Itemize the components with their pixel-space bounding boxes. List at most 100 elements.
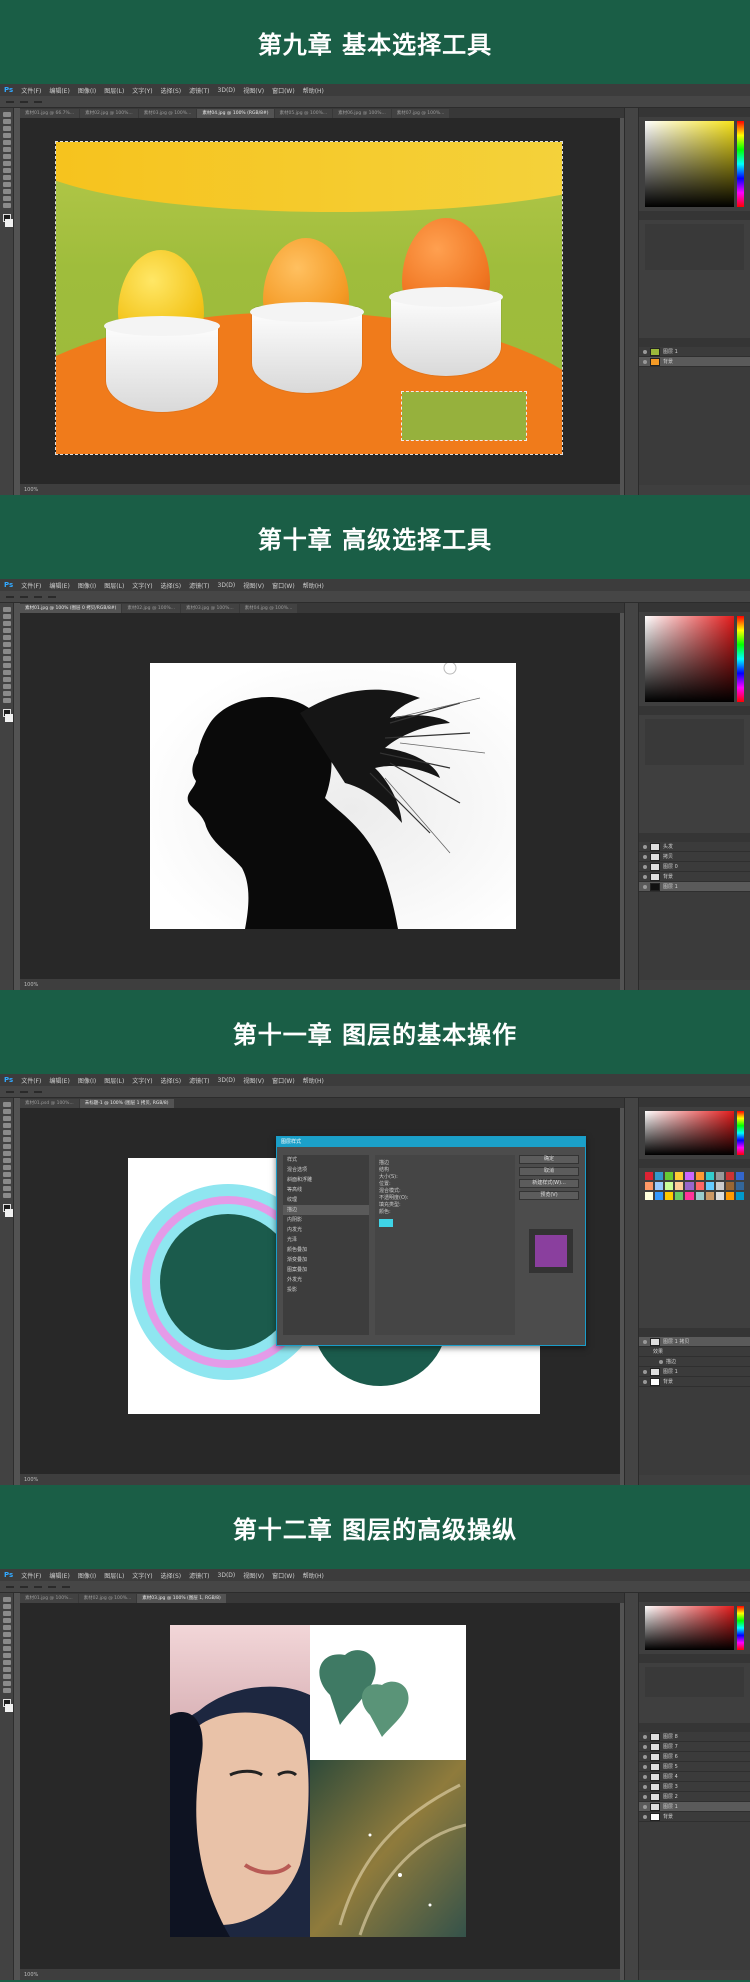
eye-icon[interactable] xyxy=(643,1379,647,1384)
eye-icon[interactable] xyxy=(643,1744,647,1749)
hand-tool-icon[interactable] xyxy=(2,196,11,201)
tool-option[interactable] xyxy=(48,1585,56,1588)
menu-layer[interactable]: 图层(L) xyxy=(104,86,124,95)
eraser-tool-icon[interactable] xyxy=(2,168,11,173)
brush-tool-icon[interactable] xyxy=(2,1144,11,1149)
tool-option[interactable] xyxy=(6,1585,14,1588)
brush-tool-icon[interactable] xyxy=(2,1639,11,1644)
layers-panel-tab[interactable] xyxy=(639,833,750,842)
menu-view[interactable]: 视图(V) xyxy=(243,1076,264,1085)
background-color[interactable] xyxy=(5,1209,13,1217)
eye-icon[interactable] xyxy=(643,1369,647,1374)
color-picker[interactable] xyxy=(645,121,744,207)
layers-panel-tab[interactable] xyxy=(639,1723,750,1732)
stamp-tool-icon[interactable] xyxy=(2,161,11,166)
preview-checkbox[interactable]: 预览(V) xyxy=(519,1191,579,1200)
move-tool-icon[interactable] xyxy=(2,112,11,117)
menu-window[interactable]: 窗口(W) xyxy=(272,1571,295,1580)
doc-tab[interactable]: 素材06.jpg @ 100%... xyxy=(333,109,391,118)
doc-tab[interactable]: 素材07.jpg @ 100%... xyxy=(391,109,450,118)
eye-icon[interactable] xyxy=(643,1774,647,1779)
type-tool-icon[interactable] xyxy=(2,684,11,689)
magic-wand-icon[interactable] xyxy=(2,133,11,138)
pen-tool-icon[interactable] xyxy=(2,1667,11,1672)
gradient-tool-icon[interactable] xyxy=(2,175,11,180)
menu-layer[interactable]: 图层(L) xyxy=(104,1076,124,1085)
eye-icon[interactable] xyxy=(643,864,647,869)
menu-filter[interactable]: 滤镜(T) xyxy=(189,1571,209,1580)
color-panel-tab[interactable] xyxy=(639,1098,750,1107)
eye-icon[interactable] xyxy=(643,1784,647,1789)
menu-window[interactable]: 窗口(W) xyxy=(272,1076,295,1085)
color-picker[interactable] xyxy=(645,1606,744,1650)
doc-tab-active[interactable]: 素材01.jpg @ 100% (图层 0 拷贝/RGB/8#) xyxy=(20,604,122,613)
lasso-tool-icon[interactable] xyxy=(2,1116,11,1121)
eraser-tool-icon[interactable] xyxy=(2,1653,11,1658)
tool-option[interactable] xyxy=(6,595,14,598)
layer-row[interactable]: 图层 7 xyxy=(639,1742,750,1752)
eye-icon[interactable] xyxy=(643,1794,647,1799)
layer-row[interactable]: 图层 3 xyxy=(639,1782,750,1792)
move-tool-icon[interactable] xyxy=(2,1597,11,1602)
menu-file[interactable]: 文件(F) xyxy=(21,1571,41,1580)
doc-tab[interactable]: 素材01.jpg @ 100%... xyxy=(20,1594,78,1603)
color-panel-tab[interactable] xyxy=(639,1593,750,1602)
eyedropper-icon[interactable] xyxy=(2,1632,11,1637)
hand-tool-icon[interactable] xyxy=(2,1681,11,1686)
eyedropper-icon[interactable] xyxy=(2,1137,11,1142)
layer-row[interactable]: 图层 4 xyxy=(639,1772,750,1782)
eye-icon[interactable] xyxy=(643,359,647,364)
cancel-button[interactable]: 取消 xyxy=(519,1167,579,1176)
crop-tool-icon[interactable] xyxy=(2,1625,11,1630)
styles-grid[interactable] xyxy=(645,1172,744,1200)
lasso-tool-icon[interactable] xyxy=(2,621,11,626)
menu-3d[interactable]: 3D(D) xyxy=(218,582,236,589)
crop-tool-icon[interactable] xyxy=(2,140,11,145)
marquee-tool-icon[interactable] xyxy=(2,119,11,124)
menu-select[interactable]: 选择(S) xyxy=(161,1076,182,1085)
eye-icon[interactable] xyxy=(643,874,647,879)
menu-layer[interactable]: 图层(L) xyxy=(104,1571,124,1580)
marquee-tool-icon[interactable] xyxy=(2,1109,11,1114)
menu-view[interactable]: 视图(V) xyxy=(243,581,264,590)
layer-style-dialog[interactable]: 图层样式 样式 混合选项 斜面和浮雕 等高线 纹理 描边 内阴影 内发光 光泽 … xyxy=(276,1136,586,1346)
layer-row[interactable]: 图层 6 xyxy=(639,1752,750,1762)
eye-icon[interactable] xyxy=(643,844,647,849)
zoom-tool-icon[interactable] xyxy=(2,698,11,703)
stroke-color-swatch[interactable] xyxy=(379,1219,393,1227)
move-tool-icon[interactable] xyxy=(2,607,11,612)
egg-cups-image[interactable] xyxy=(55,141,563,455)
eye-icon[interactable] xyxy=(643,349,647,354)
eraser-tool-icon[interactable] xyxy=(2,663,11,668)
doc-tab[interactable]: 素材02.jpg @ 100%... xyxy=(78,1594,137,1603)
properties-panel-tab[interactable] xyxy=(639,706,750,715)
style-item-selected[interactable]: 描边 xyxy=(283,1205,369,1215)
layer-row[interactable]: 图层 8 xyxy=(639,1732,750,1742)
style-item[interactable]: 光泽 xyxy=(283,1235,369,1245)
eye-icon[interactable] xyxy=(643,1814,647,1819)
zoom-tool-icon[interactable] xyxy=(2,1193,11,1198)
tool-option[interactable] xyxy=(20,100,28,103)
style-item[interactable]: 投影 xyxy=(283,1285,369,1295)
layer-row[interactable]: 背景 xyxy=(639,1812,750,1822)
move-tool-icon[interactable] xyxy=(2,1102,11,1107)
menu-edit[interactable]: 编辑(E) xyxy=(49,1076,69,1085)
eye-icon[interactable] xyxy=(643,1339,647,1344)
hair-silhouette-image[interactable] xyxy=(150,663,516,929)
layer-row[interactable]: 头发 xyxy=(639,842,750,852)
pen-tool-icon[interactable] xyxy=(2,1172,11,1177)
menu-file[interactable]: 文件(F) xyxy=(21,1076,41,1085)
tool-option[interactable] xyxy=(34,100,42,103)
menu-layer[interactable]: 图层(L) xyxy=(104,581,124,590)
layer-row[interactable]: 图层 1 拷贝 xyxy=(639,1337,750,1347)
tool-option[interactable] xyxy=(34,595,42,598)
styles-panel-tab[interactable] xyxy=(639,1159,750,1168)
magic-wand-icon[interactable] xyxy=(2,628,11,633)
stamp-tool-icon[interactable] xyxy=(2,656,11,661)
menu-view[interactable]: 视图(V) xyxy=(243,1571,264,1580)
canvas-workspace[interactable] xyxy=(20,1603,620,1969)
eye-icon[interactable] xyxy=(643,1764,647,1769)
marquee-tool-icon[interactable] xyxy=(2,1604,11,1609)
menu-file[interactable]: 文件(F) xyxy=(21,86,41,95)
menu-help[interactable]: 帮助(H) xyxy=(303,1571,324,1580)
